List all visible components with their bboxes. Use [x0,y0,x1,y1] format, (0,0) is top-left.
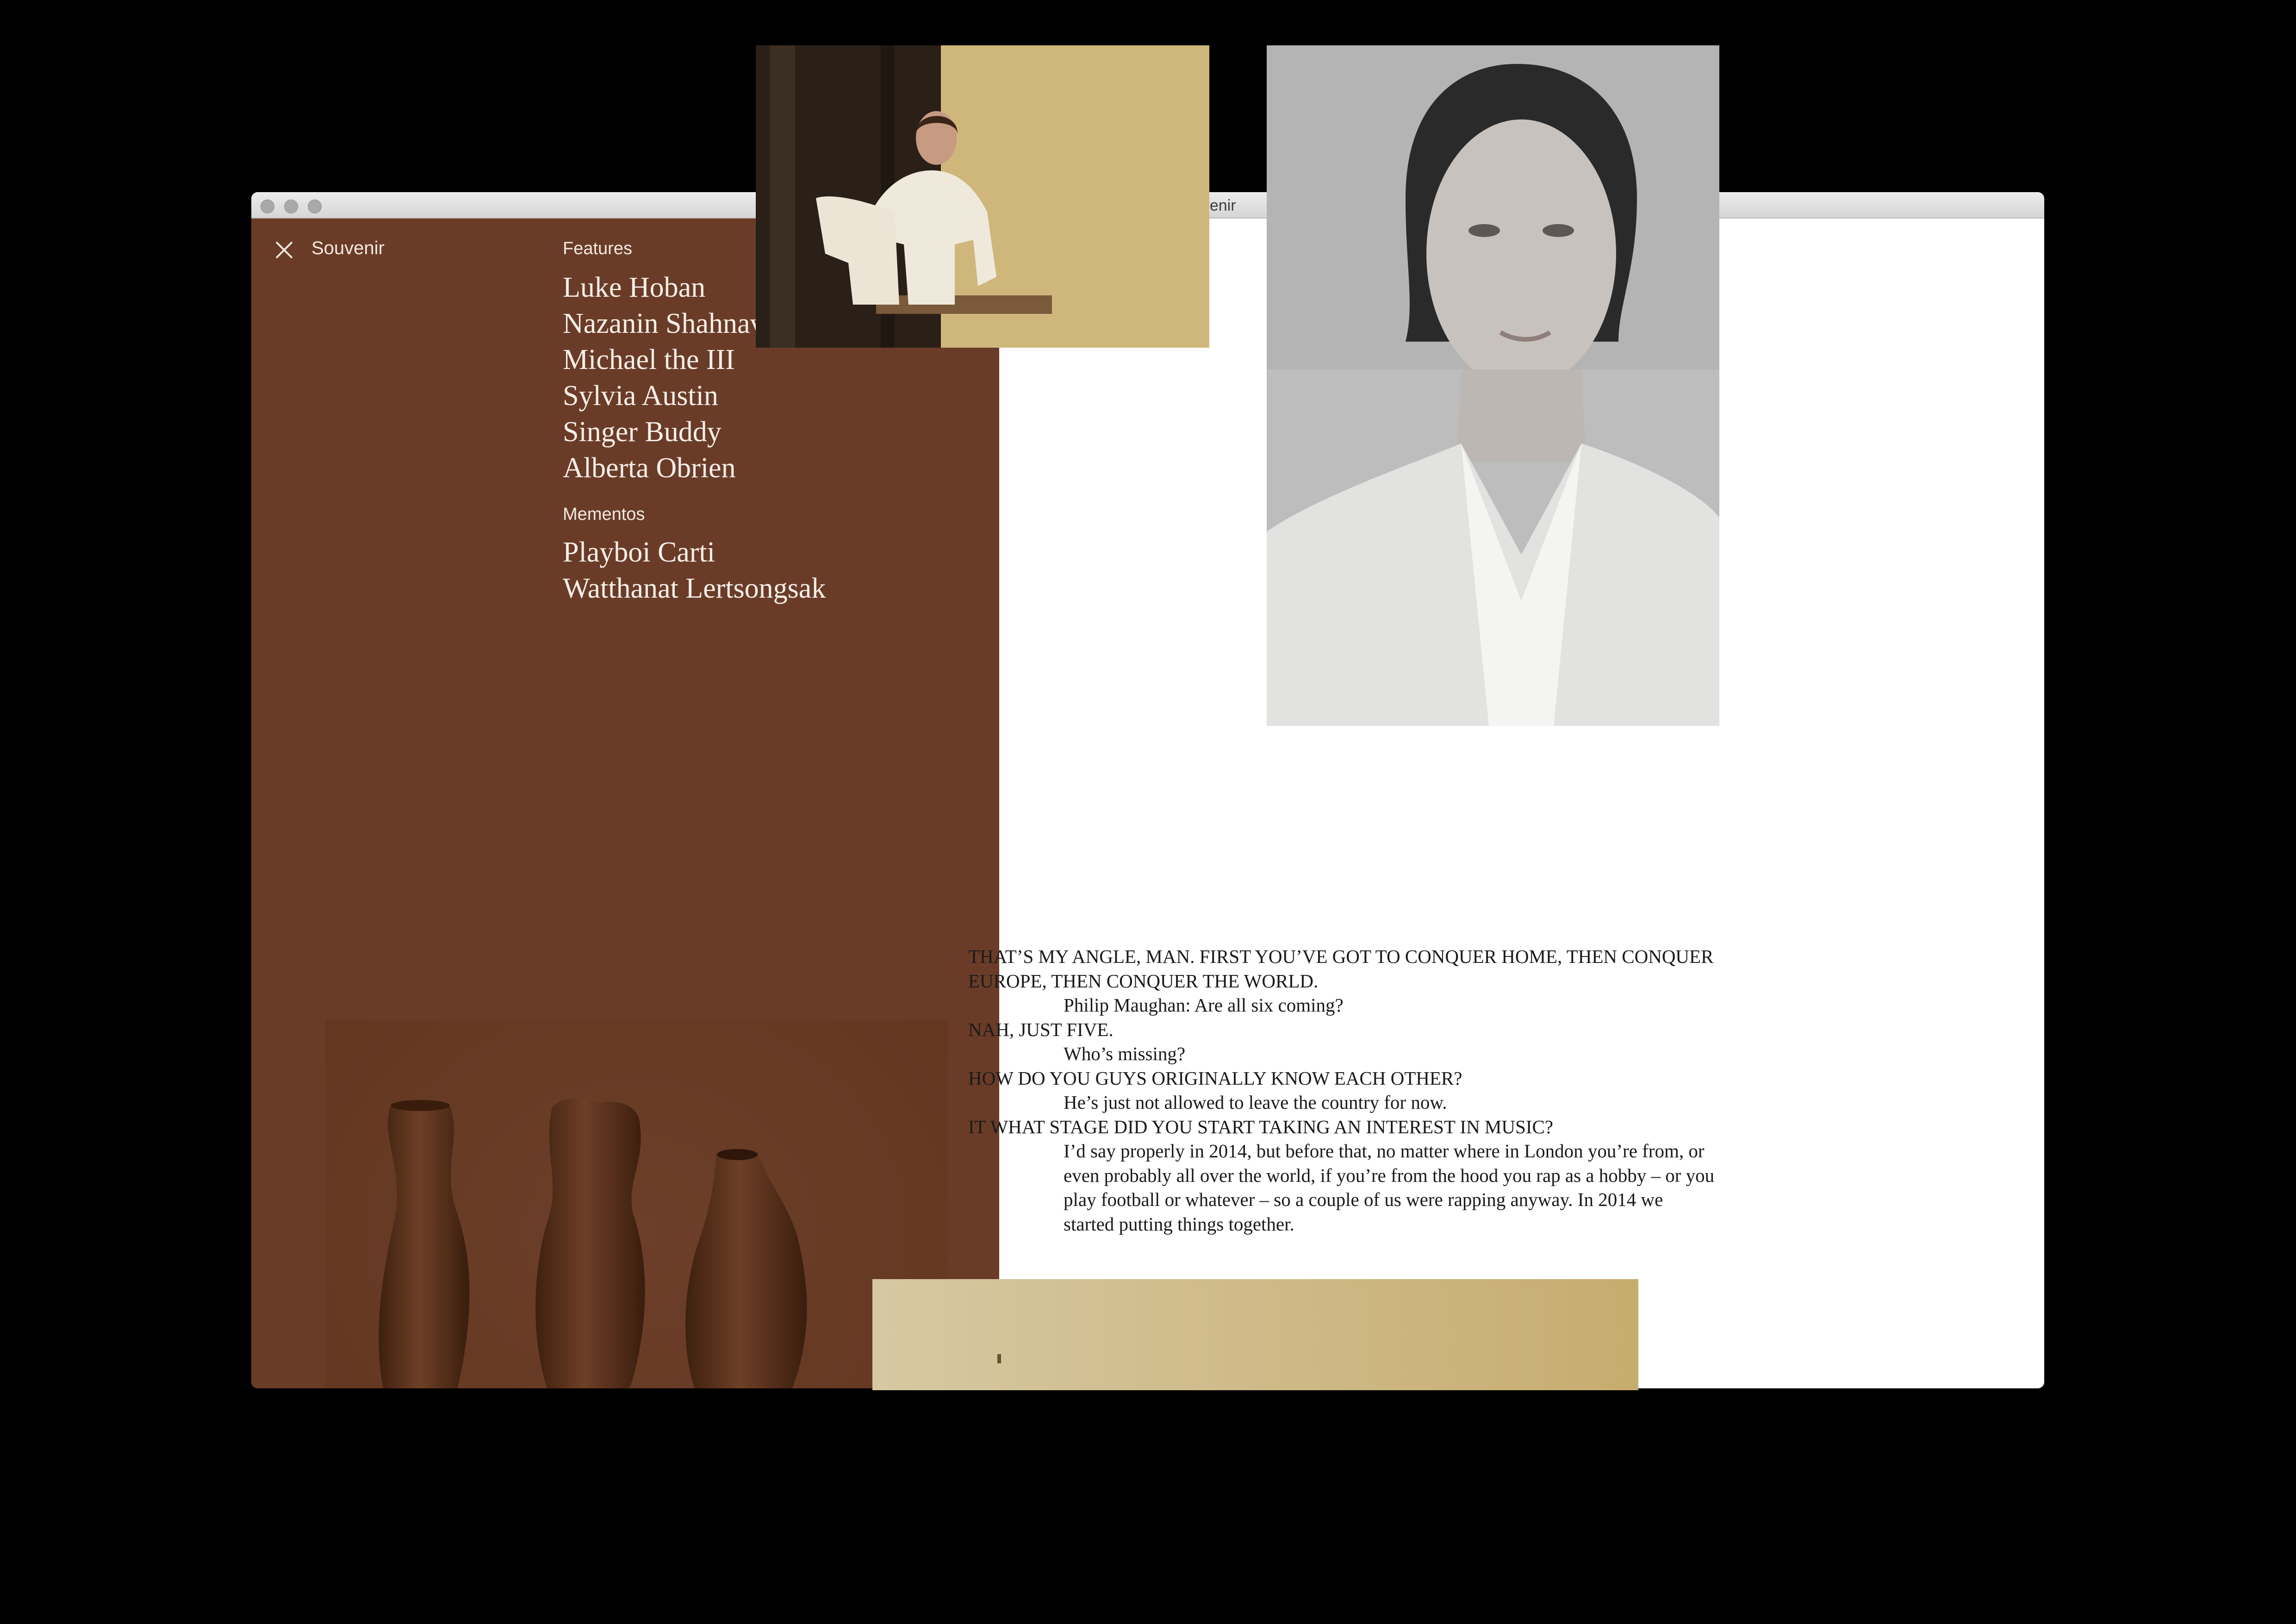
close-icon[interactable] [274,239,295,261]
menu-panel: Souvenir Features Luke Hoban Nazanin Shah… [251,219,999,1388]
interview-answer: Who’s missing? [1064,1043,1186,1064]
interview-question: IT WHAT STAGE DID YOU START TAKING AN IN… [968,1116,1553,1137]
interview-answer: Philip Maughan: Are all six coming? [1064,994,1344,1016]
feature-link-item[interactable]: Alberta Obrien [563,450,790,486]
mementos-list: Playboi Carti Watthanat Lertsongsak [563,534,826,606]
feature-link-item[interactable]: Singer Buddy [563,414,790,450]
memento-link-item[interactable]: Playboi Carti [563,534,826,570]
brand-link[interactable]: Souvenir [311,238,385,259]
memento-link-item[interactable]: Watthanat Lertsongsak [563,570,826,606]
interview-answer: I’d say properly in 2014, but before tha… [1064,1140,1715,1235]
vases-image [325,1019,948,1388]
mementos-label: Mementos [563,505,645,524]
bottom-photo [872,1279,1638,1390]
interview-question: HOW DO YOU GUYS ORIGINALLY KNOW EACH OTH… [968,1067,1462,1089]
interview-question: NAH, JUST FIVE. [968,1018,1114,1040]
model-seated-photo [756,45,1209,348]
model-portrait-photo [1267,45,1719,726]
interview-answer: He’s just not allowed to leave the count… [1064,1092,1447,1113]
interview-text: THAT’S MY ANGLE, MAN. FIRST YOU’VE GOT T… [968,944,1718,1236]
interview-question: THAT’S MY ANGLE, MAN. FIRST YOU’VE GOT T… [968,946,1714,992]
features-label: Features [563,239,632,258]
feature-link-item[interactable]: Sylvia Austin [563,378,790,414]
